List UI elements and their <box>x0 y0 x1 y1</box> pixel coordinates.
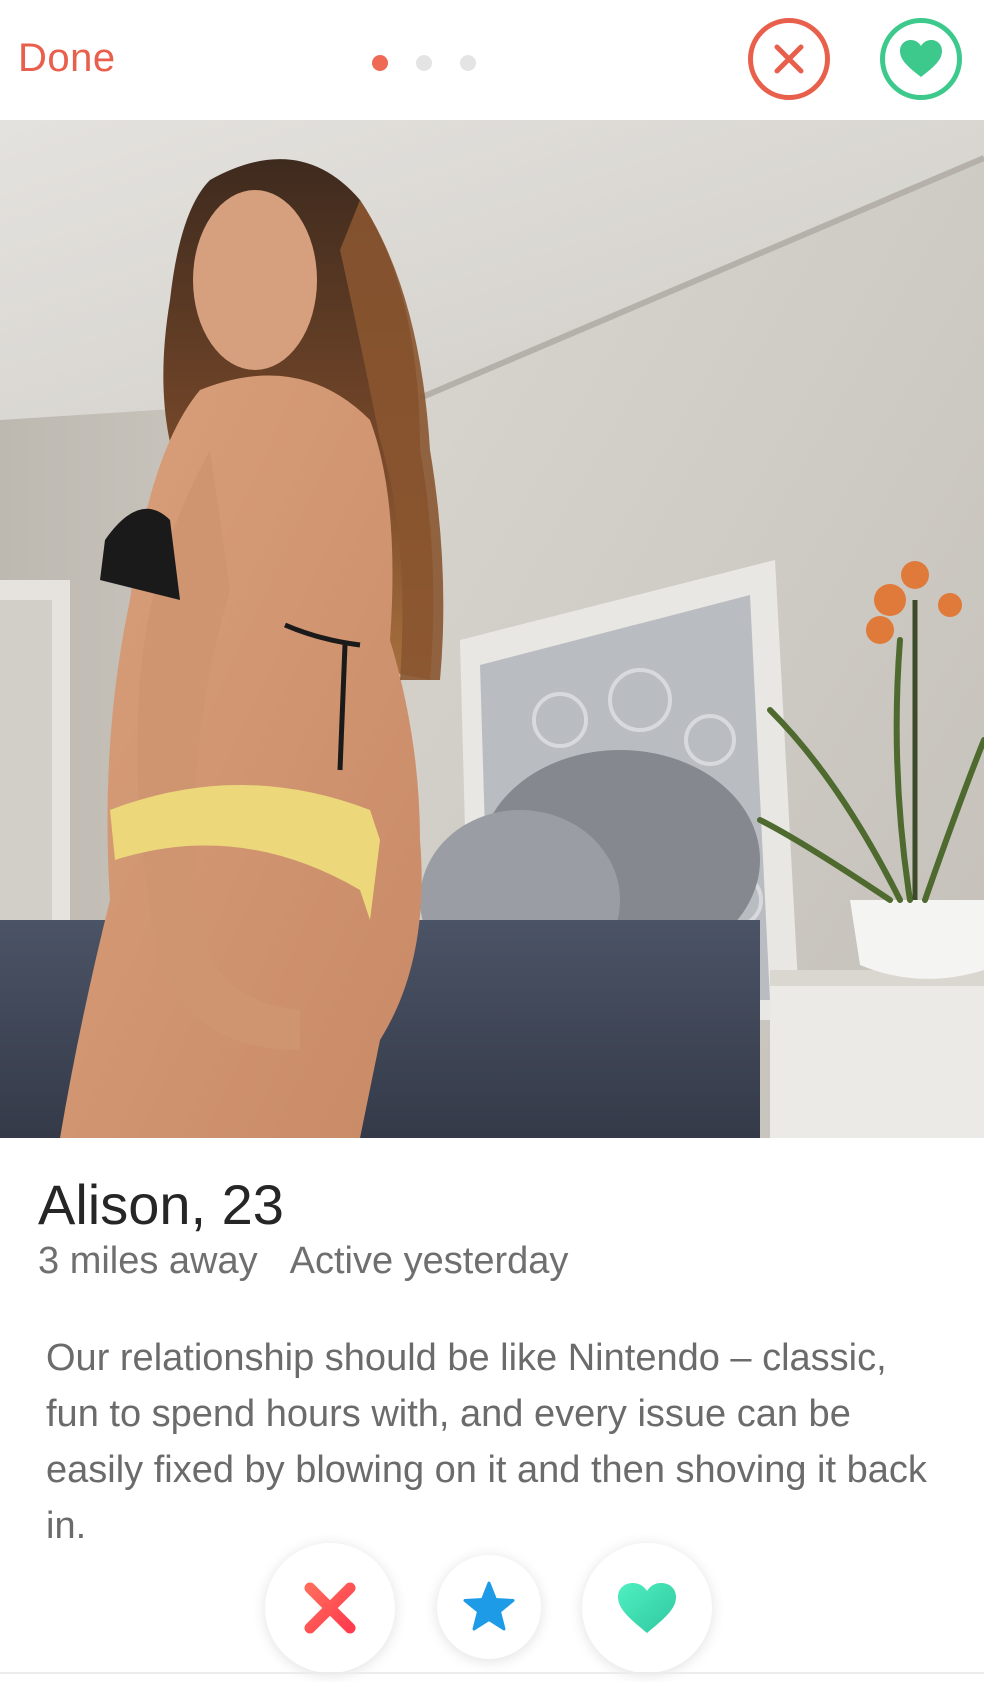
page-dot[interactable] <box>416 55 432 71</box>
photo-nightstand <box>770 970 984 1138</box>
profile-meta: 3 miles away Active yesterday <box>38 1240 568 1283</box>
profile-photo[interactable] <box>0 120 984 1138</box>
profile-distance: 3 miles away <box>38 1240 258 1282</box>
star-icon <box>463 1581 515 1631</box>
profile-bio: Our relationship should be like Nintendo… <box>46 1337 927 1547</box>
heart-icon <box>618 1583 676 1633</box>
top-like-button[interactable] <box>880 18 962 100</box>
close-icon <box>774 44 804 74</box>
profile-name-age: Alison, 23 <box>38 1173 284 1236</box>
photo-person-face <box>193 190 317 370</box>
done-button[interactable]: Done <box>18 36 116 81</box>
top-bar: Done <box>0 0 984 120</box>
super-like-button[interactable] <box>437 1555 541 1659</box>
bottom-divider <box>0 1672 984 1674</box>
top-nope-button[interactable] <box>748 18 830 100</box>
photo-plant-pot <box>850 900 984 979</box>
profile-activity: Active yesterday <box>289 1240 569 1282</box>
x-icon <box>304 1582 356 1634</box>
heart-icon <box>900 40 942 77</box>
photo-page-indicator <box>372 55 476 71</box>
like-button[interactable] <box>582 1543 712 1673</box>
page-dot[interactable] <box>460 55 476 71</box>
page-dot-active[interactable] <box>372 55 388 71</box>
nope-button[interactable] <box>265 1543 395 1673</box>
